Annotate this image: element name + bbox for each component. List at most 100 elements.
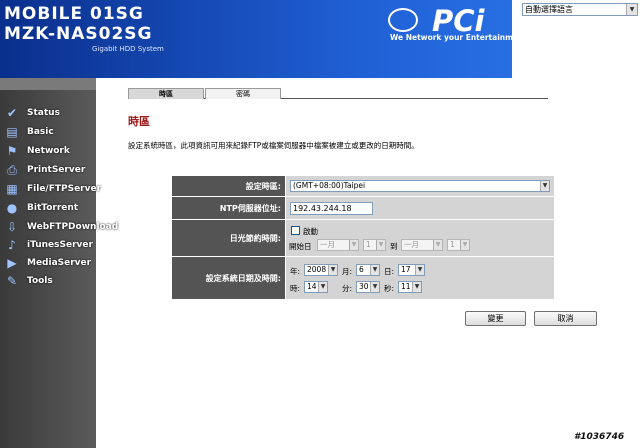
year-value: 2008 [307, 265, 327, 274]
chevron-down-icon[interactable]: ▼ [415, 265, 424, 275]
dst-row: 日光節約時間: 啟動 開始日 一月 ▼ 1 ▼ 到 一月 ▼ 1 ▼ [172, 220, 554, 256]
apply-button[interactable]: 變更 [465, 311, 526, 326]
sidebar-item-status[interactable]: ✔ Status [0, 105, 96, 123]
minute-select[interactable]: 30 ▼ [356, 281, 380, 293]
second-value: 11 [401, 282, 411, 291]
second-label: 秒: [384, 284, 395, 293]
year-label: 年: [290, 267, 301, 276]
chevron-down-icon[interactable]: ▼ [433, 240, 442, 250]
chevron-down-icon[interactable]: ▼ [540, 181, 549, 191]
second-select[interactable]: 11 ▼ [398, 281, 422, 293]
dst-end-day-select[interactable]: 1 ▼ [447, 239, 470, 251]
download-icon: ⇩ [6, 220, 18, 234]
network-icon: ⚑ [6, 144, 18, 158]
dst-start-label: 開始日 [289, 242, 312, 251]
tab-bar: 時區 密碼 [128, 88, 548, 99]
day-select[interactable]: 17 ▼ [398, 264, 425, 276]
hour-select[interactable]: 14 ▼ [304, 281, 328, 293]
tab-timezone[interactable]: 時區 [128, 88, 204, 99]
chevron-down-icon[interactable]: ▼ [626, 4, 637, 15]
sidebar-item-itunesserver[interactable]: ♪ iTunesServer [0, 237, 96, 255]
chevron-down-icon[interactable]: ▼ [370, 265, 379, 275]
dst-end-day-value: 1 [450, 240, 455, 249]
chevron-down-icon[interactable]: ▼ [318, 282, 327, 292]
sidebar-item-fileftpserver[interactable]: ▦ File/FTPServer [0, 181, 101, 199]
ntp-row: NTP伺服器位址: 192.43.244.18 [172, 197, 554, 219]
minute-value: 30 [359, 282, 369, 291]
sidebar-item-label: WebFTPDownload [27, 222, 119, 232]
day-label: 日: [384, 267, 395, 276]
chevron-down-icon[interactable]: ▼ [376, 240, 385, 250]
sidebar-item-label: Status [27, 108, 60, 118]
dst-start-day-select[interactable]: 1 ▼ [363, 239, 386, 251]
ntp-server-input[interactable]: 192.43.244.18 [290, 202, 373, 215]
sidebar-item-label: Basic [27, 127, 54, 137]
ntp-label: NTP伺服器位址: [172, 197, 285, 219]
sidebar-item-tools[interactable]: ✎ Tools [0, 273, 96, 291]
sidebar-item-basic[interactable]: ▤ Basic [0, 124, 96, 142]
sidebar-item-label: iTunesServer [27, 240, 93, 250]
dst-label: 日光節約時間: [172, 220, 285, 256]
month-select[interactable]: 6 ▼ [356, 264, 380, 276]
chevron-down-icon[interactable]: ▼ [412, 282, 421, 292]
page-description: 設定系統時區，此項資訊可用來紀錄FTP或檔案伺服器中檔案被建立或更改的日期時間。 [128, 141, 419, 150]
language-area: 自動選擇語言 ▼ [512, 0, 640, 78]
globe-icon [388, 8, 418, 32]
sidebar-item-label: File/FTPServer [27, 184, 102, 194]
dst-enable-label: 啟動 [303, 227, 318, 236]
sidebar-item-network[interactable]: ⚑ Network [0, 143, 96, 161]
product-name-line2: MZK-NAS02SG [4, 24, 153, 44]
sidebar-item-label: MediaServer [27, 258, 92, 268]
pci-logo: PCi [384, 4, 510, 50]
hour-label: 時: [290, 284, 301, 293]
dst-cell: 啟動 開始日 一月 ▼ 1 ▼ 到 一月 ▼ 1 ▼ [286, 220, 554, 256]
tab-password[interactable]: 密碼 [205, 88, 281, 99]
year-select[interactable]: 2008 ▼ [304, 264, 338, 276]
ntp-cell: 192.43.244.18 [286, 197, 554, 219]
timezone-select[interactable]: (GMT+08:00)Taipei ▼ [290, 180, 550, 192]
chevron-down-icon[interactable]: ▼ [328, 265, 337, 275]
dst-to-label: 到 [390, 242, 398, 251]
sidebar-item-label: BitTorrent [27, 203, 79, 213]
cancel-button[interactable]: 取消 [534, 311, 597, 326]
chevron-down-icon[interactable]: ▼ [460, 240, 469, 250]
hour-value: 14 [307, 282, 317, 291]
dst-end-month-value: 一月 [404, 240, 419, 249]
chevron-down-icon[interactable]: ▼ [349, 240, 358, 250]
datetime-label: 設定系統日期及時間: [172, 257, 285, 299]
page-title: 時區 [128, 115, 150, 128]
watermark: #1036746 [574, 432, 625, 442]
sidebar-item-mediaserver[interactable]: ▶ MediaServer [0, 255, 96, 273]
basic-icon: ▤ [6, 125, 18, 139]
sidebar-divider [0, 78, 96, 90]
timezone-value: (GMT+08:00)Taipei [293, 181, 366, 190]
sidebar-item-label: Tools [27, 276, 53, 286]
chevron-down-icon[interactable]: ▼ [370, 282, 379, 292]
dst-start-month-value: 一月 [320, 240, 335, 249]
datetime-cell: 年: 2008 ▼ 月: 6 ▼ 日: 17 ▼ 時: 14 ▼ 分: 30 ▼… [286, 257, 554, 299]
status-icon: ✔ [6, 106, 18, 120]
day-value: 17 [401, 265, 411, 274]
dst-start-day-value: 1 [366, 240, 371, 249]
sidebar-item-webftpdownload[interactable]: ⇩ WebFTPDownload [0, 219, 118, 237]
minute-label: 分: [342, 284, 353, 293]
folder-icon: ▦ [6, 182, 18, 196]
sidebar-item-printserver[interactable]: ⎙ PrintServer [0, 162, 96, 180]
timezone-label: 設定時區: [172, 176, 285, 196]
language-select-value: 自動選擇語言 [525, 5, 573, 14]
sidebar-item-bittorrent[interactable]: ● BitTorrent [0, 200, 96, 218]
slogan: We Network your Entertainment. [390, 33, 530, 42]
dst-start-month-select[interactable]: 一月 ▼ [317, 239, 359, 251]
timezone-row: 設定時區: (GMT+08:00)Taipei ▼ [172, 176, 554, 196]
printer-icon: ⎙ [7, 163, 17, 177]
month-label: 月: [342, 267, 353, 276]
sidebar-item-label: Network [27, 146, 70, 156]
dst-end-month-select[interactable]: 一月 ▼ [401, 239, 443, 251]
product-subtitle: Gigabit HDD System [92, 45, 164, 53]
language-select[interactable]: 自動選擇語言 ▼ [522, 3, 638, 16]
bittorrent-icon: ● [6, 201, 18, 215]
timezone-cell: (GMT+08:00)Taipei ▼ [286, 176, 554, 196]
dst-enable-checkbox[interactable] [291, 226, 300, 235]
tools-icon: ✎ [6, 274, 18, 288]
sidebar-item-label: PrintServer [27, 165, 86, 175]
